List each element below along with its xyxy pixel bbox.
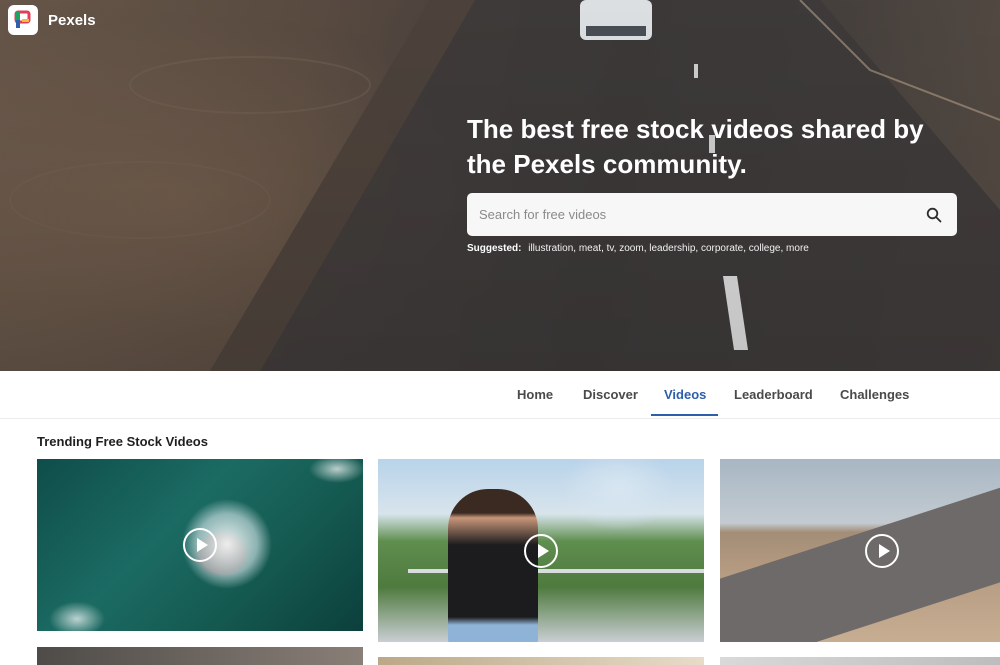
video-thumbnail[interactable] (37, 647, 363, 665)
tab-leaderboard[interactable]: Leaderboard (734, 387, 813, 402)
suggested-tag[interactable]: tv (607, 243, 614, 254)
video-thumbnail[interactable] (720, 459, 1000, 642)
video-thumbnail[interactable] (720, 657, 1000, 665)
suggested-tag[interactable]: illustration (528, 243, 573, 254)
tab-videos[interactable]: Videos (664, 387, 706, 402)
suggested-tag[interactable]: zoom (619, 243, 643, 254)
search-bar (467, 193, 957, 236)
play-icon[interactable] (183, 528, 217, 562)
suggested-label: Suggested: (467, 243, 522, 254)
thumbnail-detail (720, 475, 1000, 642)
suggested-tag[interactable]: college (749, 243, 781, 254)
video-thumbnail[interactable] (378, 657, 704, 665)
suggested-tag[interactable]: meat (579, 243, 601, 254)
tab-discover[interactable]: Discover (583, 387, 638, 402)
suggested-tags: Suggested: illustration, meat, tv, zoom,… (467, 243, 809, 254)
hero-overlay (0, 0, 1000, 371)
tab-challenges[interactable]: Challenges (840, 387, 909, 402)
video-thumbnail[interactable] (37, 459, 363, 631)
suggested-more-link[interactable]: more (786, 243, 809, 254)
video-thumbnail[interactable] (378, 459, 704, 642)
play-icon[interactable] (524, 534, 558, 568)
search-icon (926, 207, 942, 222)
thumbnail-detail (448, 489, 538, 642)
search-input[interactable] (479, 207, 923, 222)
logo-mark (14, 10, 31, 28)
play-icon[interactable] (865, 534, 899, 568)
hero-banner (0, 0, 1000, 371)
active-tab-indicator (651, 414, 718, 416)
hero-headline: The best free stock videos shared by the… (467, 114, 924, 179)
section-title: Trending Free Stock Videos (37, 434, 208, 449)
pexels-logo-icon[interactable] (8, 5, 38, 35)
tab-home[interactable]: Home (517, 387, 553, 402)
suggested-tag[interactable]: corporate (701, 243, 743, 254)
search-button[interactable] (923, 204, 945, 226)
suggested-tag[interactable]: leadership (649, 243, 695, 254)
brand-name[interactable]: Pexels (48, 12, 96, 29)
section-nav: Home Discover Videos Leaderboard Challen… (0, 371, 1000, 419)
